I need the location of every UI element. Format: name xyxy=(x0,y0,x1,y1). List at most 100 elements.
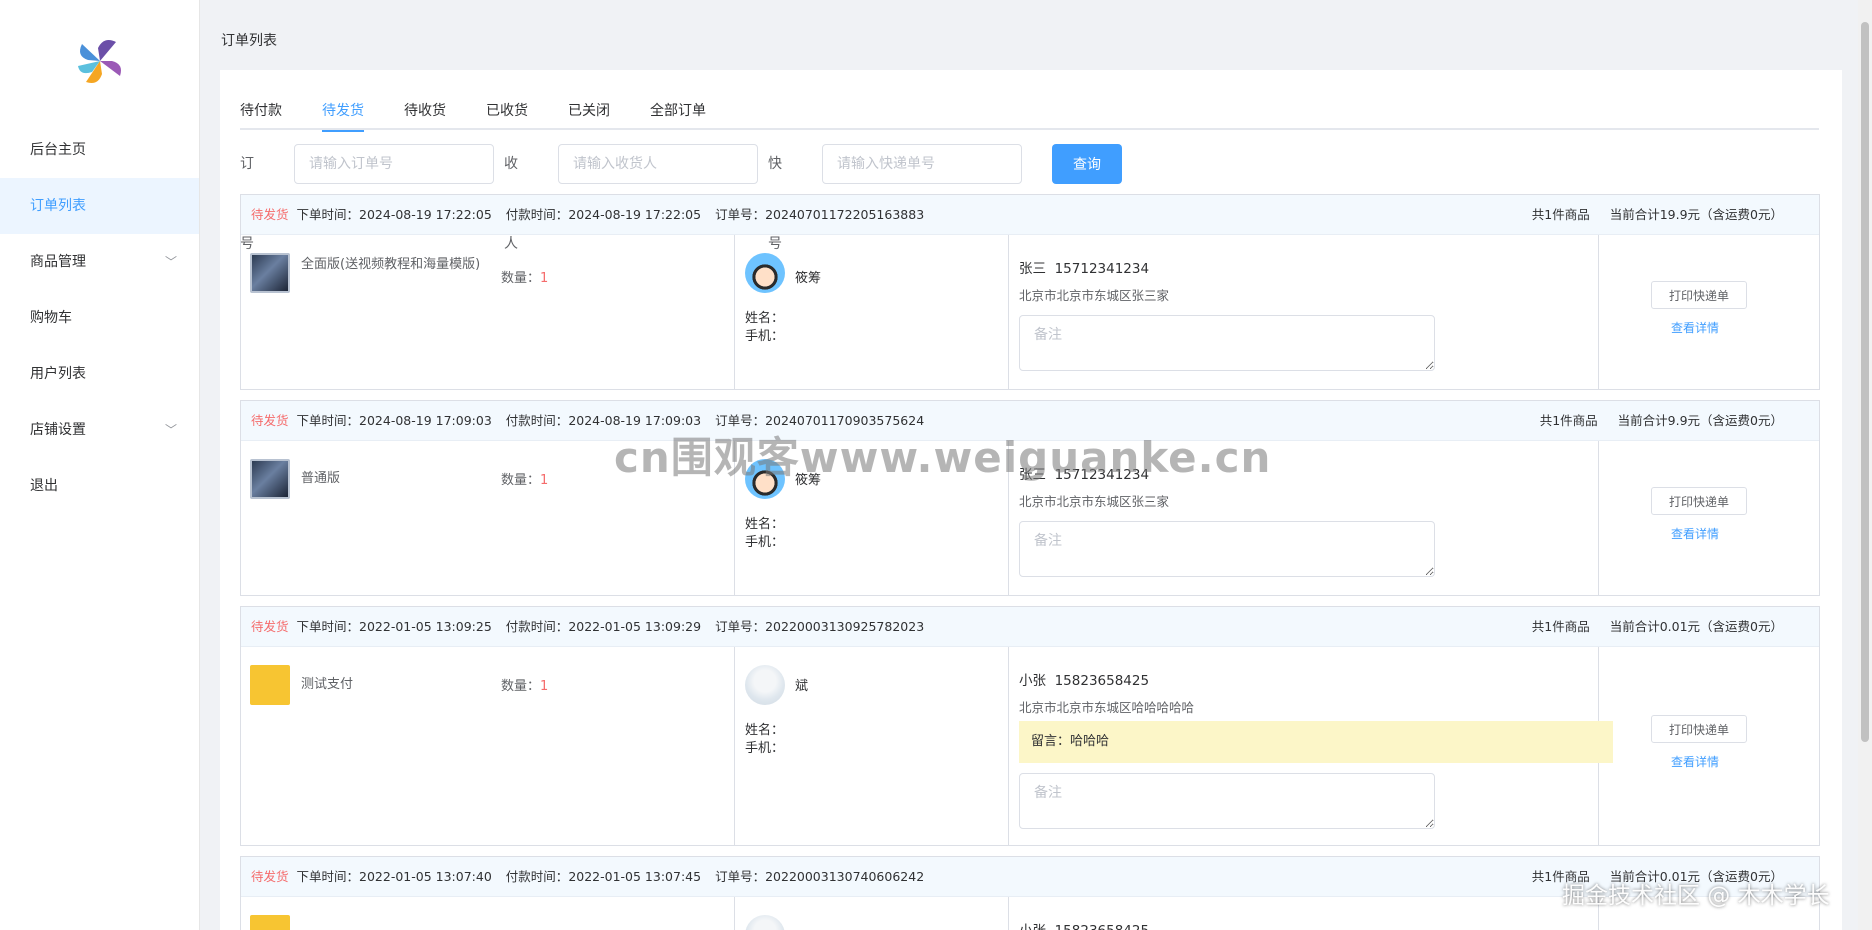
order-header: 待发货 下单时间：2024-08-19 17:09:03 付款时间：2024-08-… xyxy=(241,401,1819,441)
order-total: 当前合计0.01元（含运费0元） xyxy=(1609,869,1783,884)
sidebar-item-label: 店铺设置 xyxy=(30,422,86,438)
goods-cell: 测试支付 数量：1 xyxy=(241,647,735,845)
tab-received[interactable]: 已收货 xyxy=(486,96,528,130)
pay-time: 付款时间：2022-01-05 13:09:29 xyxy=(506,619,701,634)
order-total: 当前合计0.01元（含运费0元） xyxy=(1609,619,1783,634)
order-no-value: 20220003130925782023 xyxy=(765,619,925,634)
order-time-value: 2024-08-19 17:22:05 xyxy=(359,207,492,222)
receiver-address: 北京市北京市东城区哈哈哈哈哈 xyxy=(1019,700,1195,715)
buyer-name: 斌 xyxy=(795,679,809,694)
chevron-down-icon: ﹀ xyxy=(164,255,177,269)
buyer-phone-label: 手机： xyxy=(745,329,785,344)
order-item: 待发货 下单时间：2024-08-19 17:22:05 付款时间： 2024-08-… xyxy=(240,194,1820,390)
order-body: 普通版 数量：1 筱筹 姓名： 手机： 张三 15712341234 北京市北京… xyxy=(241,441,1819,595)
order-time: 下单时间：2022-01-05 13:09:25 xyxy=(297,619,492,634)
order-time: 下单时间：2022-01-05 13:07:40 xyxy=(297,869,492,884)
tab-pending-receipt[interactable]: 待收货 xyxy=(404,96,446,130)
buyer-cell xyxy=(735,897,1009,930)
item-count: 共1件商品 xyxy=(1531,207,1590,222)
pay-time-value: 2024-08-19 17:09:03 xyxy=(568,413,702,428)
receiver-contact: 张三 15712341234 xyxy=(1019,257,1149,277)
product-name: 全面版(送视频教程和海量模版) xyxy=(301,257,481,272)
pay-time-value: 2022-01-05 13:09:29 xyxy=(568,619,702,634)
quantity: 数量：1 xyxy=(501,267,548,286)
print-shipping-button[interactable]: 打印快递单 xyxy=(1651,487,1747,515)
sidebar-item-home[interactable]: 后台主页 xyxy=(0,122,199,178)
product-thumbnail[interactable] xyxy=(250,459,290,499)
item-count: 共1件商品 xyxy=(1539,413,1598,428)
avatar xyxy=(745,915,785,930)
order-time: 下单时间：2024-08-19 17:22:05 xyxy=(297,207,492,222)
status-badge: 待发货 xyxy=(251,207,289,222)
sidebar-item-users[interactable]: 用户列表 xyxy=(0,346,199,402)
pay-time-label: 付款时间： xyxy=(505,869,569,884)
print-shipping-button[interactable]: 打印快递单 xyxy=(1651,715,1747,743)
print-shipping-button[interactable]: 打印快递单 xyxy=(1651,281,1747,309)
receiver-contact: 小张 15823658425 xyxy=(1019,669,1149,689)
receiver-input[interactable] xyxy=(558,144,758,184)
tab-all-orders[interactable]: 全部订单 xyxy=(650,96,706,130)
express-input[interactable] xyxy=(822,144,1022,184)
receiver-name: 张三 xyxy=(1019,261,1046,277)
buyer-name-label: 姓名： xyxy=(745,311,785,326)
order-no-value: 20240701172205163883 xyxy=(765,207,925,222)
product-thumbnail[interactable] xyxy=(250,665,290,705)
message-text: 哈哈哈 xyxy=(1070,734,1110,749)
receiver-name: 小张 xyxy=(1019,923,1046,930)
sidebar-item-label: 订单列表 xyxy=(30,198,86,214)
query-button[interactable]: 查询 xyxy=(1052,144,1122,184)
order-body: 全面版(送视频教程和海量模版) 数量：1 筱筹 姓名： 手机： 张三 15712… xyxy=(241,235,1819,389)
receiver-phone: 15823658425 xyxy=(1055,923,1149,930)
order-no-label: 订单号： xyxy=(715,413,766,428)
note-input[interactable] xyxy=(1019,315,1435,371)
avatar xyxy=(745,459,785,499)
scrollbar-thumb[interactable] xyxy=(1861,22,1869,742)
qty-label: 数量： xyxy=(501,679,541,694)
buyer-name-label: 姓名： xyxy=(745,517,785,532)
status-badge: 待发货 xyxy=(251,619,289,634)
sidebar-item-cart[interactable]: 购物车 xyxy=(0,290,199,346)
view-detail-link[interactable]: 查看详情 xyxy=(1671,753,1719,770)
tab-pending-payment[interactable]: 待付款 xyxy=(240,96,282,130)
receiver-phone: 15712341234 xyxy=(1054,261,1150,277)
note-input[interactable] xyxy=(1019,773,1435,829)
order-body: 小张 15823658425 xyxy=(241,897,1819,930)
qty-label: 数量： xyxy=(501,271,541,286)
sidebar-item-logout[interactable]: 退出 xyxy=(0,458,199,514)
receiver-phone: 15823658425 xyxy=(1054,673,1150,689)
main-content: 订单列表 待付款 待发货 待收货 已收货 已关闭 全部订单 订单号 收货人 快递… xyxy=(200,0,1856,930)
order-header: 待发货 下单时间：2022-01-05 13:09:25 付款时间：2022-01-… xyxy=(241,607,1819,647)
receiver-name: 张三 xyxy=(1019,467,1046,483)
view-detail-link[interactable]: 查看详情 xyxy=(1671,319,1719,336)
receiver-phone: 15712341234 xyxy=(1054,467,1150,483)
page-scrollbar[interactable] xyxy=(1858,0,1872,930)
tab-pending-shipment[interactable]: 待发货 xyxy=(322,96,364,132)
order-no-value: 20240701170903575624 xyxy=(765,413,925,428)
sidebar-item-orders[interactable]: 订单列表 xyxy=(0,178,199,234)
actions-cell: 打印快递单 查看详情 xyxy=(1599,235,1820,389)
sidebar-item-store-settings[interactable]: 店铺设置 ﹀ xyxy=(0,402,199,458)
qty-value: 1 xyxy=(540,473,549,488)
order-no-label: 订单号： xyxy=(715,207,766,222)
status-tabs: 待付款 待发货 待收货 已收货 已关闭 全部订单 xyxy=(240,96,1819,132)
order-item: 待发货 下单时间：2022-01-05 13:07:40 付款时间：2022-01-… xyxy=(240,856,1820,930)
pay-time-label: 付款时间： xyxy=(505,207,569,222)
page-title: 订单列表 xyxy=(221,33,277,49)
view-detail-link[interactable]: 查看详情 xyxy=(1671,525,1719,542)
order-no-input[interactable] xyxy=(294,144,494,184)
pinwheel-logo-icon xyxy=(78,40,121,83)
status-badge: 待发货 xyxy=(251,869,289,884)
note-input[interactable] xyxy=(1019,521,1435,577)
buyer-message: 留言：哈哈哈 xyxy=(1019,721,1613,763)
sidebar-item-goods[interactable]: 商品管理 ﹀ xyxy=(0,234,199,290)
sidebar-item-label: 退出 xyxy=(30,478,58,494)
quantity: 数量：1 xyxy=(501,675,548,694)
product-thumbnail[interactable] xyxy=(250,915,290,930)
order-time-label: 下单时间： xyxy=(296,869,360,884)
product-thumbnail[interactable] xyxy=(250,253,290,293)
tab-closed[interactable]: 已关闭 xyxy=(568,96,610,130)
order-summary: 共1件商品 当前合计0.01元（含运费0元） xyxy=(1512,607,1783,647)
order-time-value: 2022-01-05 13:09:25 xyxy=(359,619,492,634)
quantity: 数量：1 xyxy=(501,469,548,488)
pay-time: 付款时间：2024-08-19 17:09:03 xyxy=(506,413,701,428)
